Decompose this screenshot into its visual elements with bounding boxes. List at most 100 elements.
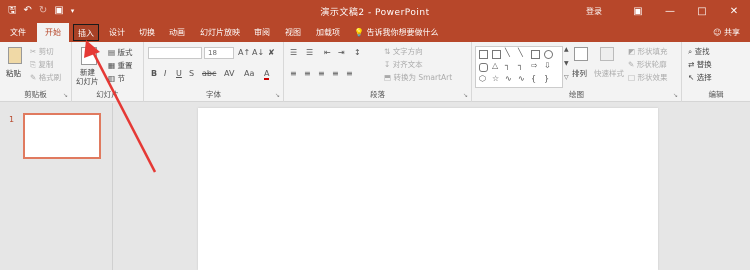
curve-shape-icon[interactable]: ∿ <box>505 74 512 83</box>
shape-outline-button[interactable]: ✎ 形状轮廓 <box>628 59 667 70</box>
shape-fill-button[interactable]: ◩ 形状填充 <box>628 46 667 57</box>
arrange-icon[interactable] <box>574 47 588 61</box>
elbow2-shape-icon[interactable]: ┐ <box>518 61 523 70</box>
underline-button[interactable]: U <box>176 69 182 78</box>
arrow-down-shape-icon[interactable]: ⇩ <box>544 61 551 70</box>
align-left-icon[interactable]: ≡ <box>290 69 297 78</box>
clear-format-icon[interactable]: ✘ <box>268 48 275 57</box>
vertical-textbox-shape-icon[interactable] <box>492 50 501 59</box>
find-button[interactable]: ⌕ 查找 <box>688 46 710 57</box>
format-painter-button[interactable]: ✎ 格式刷 <box>30 72 61 83</box>
shape-outline-label: 形状轮廓 <box>636 60 667 69</box>
triangle-shape-icon[interactable]: △ <box>492 61 498 70</box>
quick-styles-button[interactable]: 快速样式 <box>594 68 624 79</box>
grow-font-icon[interactable]: A↑ <box>238 48 250 57</box>
brace-left-shape-icon[interactable]: { <box>531 74 536 83</box>
curve2-shape-icon[interactable]: ∿ <box>518 74 525 83</box>
align-text-button[interactable]: ↧ 对齐文本 <box>384 59 423 70</box>
line-shape-icon[interactable]: ╲ <box>505 48 510 57</box>
rounded-rect-shape-icon[interactable] <box>479 63 488 72</box>
login-button[interactable]: 登录 <box>586 6 602 17</box>
elbow-shape-icon[interactable]: ┐ <box>505 61 510 70</box>
tab-design[interactable]: 设计 <box>109 27 125 38</box>
font-size-input[interactable]: 18 <box>204 47 234 59</box>
section-button[interactable]: ▥ 节 <box>108 73 125 84</box>
cut-label: 剪切 <box>38 47 54 56</box>
textbox-shape-icon[interactable] <box>479 50 488 59</box>
select-button[interactable]: ↖ 选择 <box>688 72 712 83</box>
tab-review[interactable]: 审阅 <box>254 27 270 38</box>
cut-button[interactable]: ✂ 剪切 <box>30 46 54 57</box>
bullets-icon[interactable]: ☰ <box>290 48 297 57</box>
tab-insert[interactable]: 插入 <box>73 24 99 41</box>
slide-thumbnail[interactable] <box>23 113 101 159</box>
drawing-launcher-icon[interactable]: ↘ <box>673 92 678 99</box>
arrange-button[interactable]: 排列 <box>572 68 587 79</box>
paragraph-launcher-icon[interactable]: ↘ <box>463 92 468 99</box>
rectangle-shape-icon[interactable] <box>531 50 540 59</box>
tab-file[interactable]: 文件 <box>10 27 26 38</box>
brace-right-shape-icon[interactable]: } <box>544 74 549 83</box>
justify-icon[interactable]: ≡ <box>332 69 339 78</box>
bold-button[interactable]: B <box>151 69 157 78</box>
tab-animations[interactable]: 动画 <box>169 27 185 38</box>
distribute-icon[interactable]: ≡ <box>346 69 353 78</box>
quick-styles-icon[interactable] <box>600 47 614 61</box>
new-slide-label-2[interactable]: 幻灯片 <box>76 76 99 87</box>
replace-button[interactable]: ⇄ 替换 <box>688 59 712 70</box>
tab-view[interactable]: 视图 <box>285 27 301 38</box>
oval-shape-icon[interactable] <box>544 50 553 59</box>
text-direction-button[interactable]: ⇅ 文字方向 <box>384 46 423 57</box>
close-icon[interactable]: ✕ <box>718 6 750 17</box>
paste-icon[interactable] <box>8 47 22 64</box>
font-color-button[interactable]: A <box>264 69 270 80</box>
line-spacing-icon[interactable]: ↕ <box>354 48 361 57</box>
copy-button[interactable]: ⎘ 复制 <box>30 59 53 70</box>
arrow-right-shape-icon[interactable]: ⇨ <box>531 61 538 70</box>
window-controls: 登录 ▣ — □ ✕ <box>586 0 750 23</box>
clipboard-launcher-icon[interactable]: ↘ <box>63 92 68 99</box>
shapes-gallery[interactable]: ╲ ╲ △ ┐ ┐ ⇨ ⇩ ⬡ ☆ ∿ ∿ { } <box>475 46 563 88</box>
share-button[interactable]: ☺ 共享 <box>713 27 740 38</box>
align-center-icon[interactable]: ≡ <box>304 69 311 78</box>
tab-slideshow[interactable]: 幻灯片放映 <box>200 27 240 38</box>
strikethrough-button[interactable]: abc <box>202 69 216 78</box>
layout-button[interactable]: ▤ 版式 <box>108 47 132 58</box>
select-icon: ↖ <box>688 73 695 82</box>
font-name-input[interactable] <box>148 47 202 59</box>
callout-shape-icon[interactable]: ⬡ <box>479 74 486 83</box>
shadow-button[interactable]: S <box>189 69 194 78</box>
slide-canvas[interactable] <box>198 108 658 270</box>
new-slide-icon[interactable] <box>81 47 97 65</box>
shrink-font-icon[interactable]: A↓ <box>252 48 264 57</box>
tab-home[interactable]: 开始 <box>37 23 69 42</box>
align-right-icon[interactable]: ≡ <box>318 69 325 78</box>
star-shape-icon[interactable]: ☆ <box>492 74 499 83</box>
smartart-button[interactable]: ⬒ 转换为 SmartArt <box>384 72 452 83</box>
reset-button[interactable]: ▦ 重置 <box>108 60 132 71</box>
layout-label: 版式 <box>117 48 133 57</box>
char-spacing-button[interactable]: AV <box>224 69 234 78</box>
minimize-icon[interactable]: — <box>654 6 686 17</box>
ribbon-display-icon[interactable]: ▣ <box>622 6 654 17</box>
italic-button[interactable]: I <box>164 69 166 78</box>
decrease-indent-icon[interactable]: ⇤ <box>324 48 331 57</box>
maximize-icon[interactable]: □ <box>686 6 718 17</box>
section-icon: ▥ <box>108 74 116 83</box>
shape-effects-button[interactable]: □ 形状效果 <box>628 72 667 83</box>
tell-me-search[interactable]: 💡 告诉我你想要做什么 <box>354 27 439 38</box>
numbering-icon[interactable]: ☰ <box>306 48 313 57</box>
tab-transitions[interactable]: 切换 <box>139 27 155 38</box>
paste-button[interactable]: 粘贴 <box>6 68 21 79</box>
gallery-scroll-up-icon[interactable]: ▲ <box>564 46 569 53</box>
font-launcher-icon[interactable]: ↘ <box>275 92 280 99</box>
increase-indent-icon[interactable]: ⇥ <box>338 48 345 57</box>
gallery-more-icon[interactable]: ▽ <box>564 74 569 81</box>
text-direction-icon: ⇅ <box>384 47 391 56</box>
gallery-scroll-down-icon[interactable]: ▼ <box>564 60 569 67</box>
reset-label: 重置 <box>117 61 133 70</box>
change-case-button[interactable]: Aa <box>244 69 254 78</box>
line2-shape-icon[interactable]: ╲ <box>518 48 523 57</box>
tab-addins[interactable]: 加载项 <box>316 27 340 38</box>
tell-me-label: 告诉我你想要做什么 <box>366 28 439 37</box>
